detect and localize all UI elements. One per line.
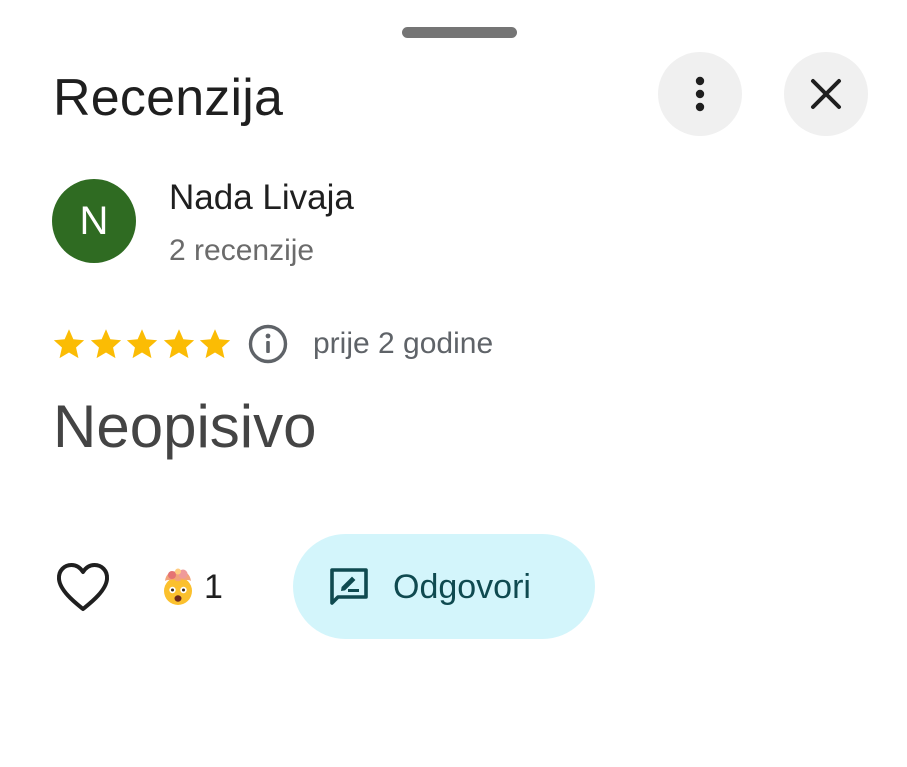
rate-review-icon (330, 567, 368, 605)
star-icon (161, 324, 198, 364)
like-button[interactable] (54, 559, 112, 615)
more-vert-icon (695, 76, 705, 112)
reply-button-label: Odgovori (393, 567, 531, 606)
review-time: prije 2 godine (313, 327, 494, 360)
close-button[interactable] (784, 52, 868, 136)
reviewer-review-count: 2 recenzije (169, 234, 315, 267)
info-icon[interactable] (247, 323, 289, 365)
star-icon (124, 324, 161, 364)
drag-handle[interactable] (402, 27, 517, 38)
reaction-summary[interactable]: 1 (158, 565, 223, 609)
more-options-button[interactable] (658, 52, 742, 136)
reviewer-name[interactable]: Nada Livaja (169, 176, 354, 220)
heart-outline-icon (56, 563, 110, 611)
exploding-head-emoji-icon (164, 568, 192, 605)
star-icon (51, 324, 88, 364)
star-icon (197, 324, 234, 364)
reply-button[interactable]: Odgovori (293, 534, 595, 639)
review-text: Neopisivo (53, 393, 317, 460)
reaction-count: 1 (204, 568, 223, 606)
star-icon (88, 324, 125, 364)
close-icon (811, 79, 841, 109)
sheet-title: Recenzija (53, 69, 284, 127)
avatar[interactable]: N (52, 179, 136, 263)
star-rating (51, 324, 234, 364)
